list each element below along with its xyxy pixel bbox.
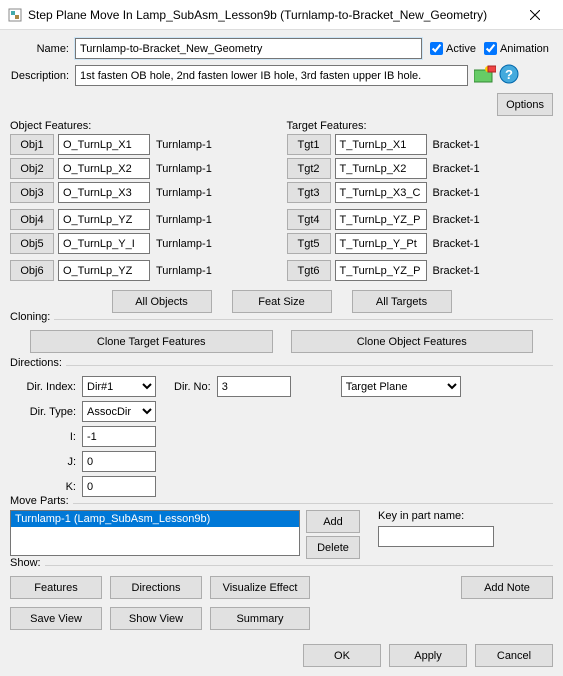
all-targets-button[interactable]: All Targets bbox=[352, 290, 452, 313]
move-parts-item[interactable]: Turnlamp-1 (Lamp_SubAsm_Lesson9b) bbox=[11, 511, 299, 527]
tgt4-suffix: Bracket-1 bbox=[433, 214, 480, 226]
obj3-button[interactable]: Obj3 bbox=[10, 182, 54, 203]
obj6-button[interactable]: Obj6 bbox=[10, 260, 54, 281]
tgt1-suffix: Bracket-1 bbox=[433, 139, 480, 151]
apply-button[interactable]: Apply bbox=[389, 644, 467, 667]
directions-label: Directions: bbox=[10, 357, 66, 369]
i-input[interactable] bbox=[82, 426, 156, 447]
name-label: Name: bbox=[10, 43, 75, 55]
obj2-suffix: Turnlamp-1 bbox=[156, 163, 212, 175]
tgt2-field[interactable]: T_TurnLp_X2 bbox=[335, 158, 427, 179]
ok-button[interactable]: OK bbox=[303, 644, 381, 667]
clone-object-button[interactable]: Clone Object Features bbox=[291, 330, 534, 353]
close-button[interactable] bbox=[515, 1, 555, 29]
obj3-field[interactable]: O_TurnLp_X3 bbox=[58, 182, 150, 203]
obj5-button[interactable]: Obj5 bbox=[10, 233, 54, 254]
obj4-suffix: Turnlamp-1 bbox=[156, 214, 212, 226]
add-note-button[interactable]: Add Note bbox=[461, 576, 553, 599]
obj1-suffix: Turnlamp-1 bbox=[156, 139, 212, 151]
k-label: K: bbox=[10, 481, 82, 493]
tgt3-button[interactable]: Tgt3 bbox=[287, 182, 331, 203]
j-label: J: bbox=[10, 456, 82, 468]
tgt4-button[interactable]: Tgt4 bbox=[287, 209, 331, 230]
tgt2-button[interactable]: Tgt2 bbox=[287, 158, 331, 179]
tgt5-field[interactable]: T_TurnLp_Y_Pt bbox=[335, 233, 427, 254]
tgt1-button[interactable]: Tgt1 bbox=[287, 134, 331, 155]
i-label: I: bbox=[10, 431, 82, 443]
obj6-suffix: Turnlamp-1 bbox=[156, 265, 212, 277]
titlebar: Step Plane Move In Lamp_SubAsm_Lesson9b … bbox=[0, 0, 563, 30]
cancel-button[interactable]: Cancel bbox=[475, 644, 553, 667]
active-checkbox[interactable]: Active bbox=[430, 42, 476, 55]
move-parts-list[interactable]: Turnlamp-1 (Lamp_SubAsm_Lesson9b) bbox=[10, 510, 300, 556]
help-icon[interactable]: ? bbox=[499, 64, 519, 87]
feat-size-button[interactable]: Feat Size bbox=[232, 290, 332, 313]
tgt5-button[interactable]: Tgt5 bbox=[287, 233, 331, 254]
obj4-field[interactable]: O_TurnLp_YZ bbox=[58, 209, 150, 230]
dir-no-label: Dir. No: bbox=[174, 381, 211, 393]
keyin-input[interactable] bbox=[378, 526, 494, 547]
move-parts-label: Move Parts: bbox=[10, 495, 73, 507]
name-input[interactable] bbox=[75, 38, 422, 59]
tgt6-field[interactable]: T_TurnLp_YZ_P bbox=[335, 260, 427, 281]
j-input[interactable] bbox=[82, 451, 156, 472]
add-button[interactable]: Add bbox=[306, 510, 360, 533]
delete-button[interactable]: Delete bbox=[306, 536, 360, 559]
options-button[interactable]: Options bbox=[497, 93, 553, 116]
dir-no-field: 3 bbox=[217, 376, 291, 397]
target-plane-select[interactable]: Target Plane bbox=[341, 376, 461, 397]
dir-index-select[interactable]: Dir#1 bbox=[82, 376, 156, 397]
obj4-button[interactable]: Obj4 bbox=[10, 209, 54, 230]
clone-target-button[interactable]: Clone Target Features bbox=[30, 330, 273, 353]
tgt6-button[interactable]: Tgt6 bbox=[287, 260, 331, 281]
tgt3-field[interactable]: T_TurnLp_X3_C bbox=[335, 182, 427, 203]
app-icon bbox=[8, 8, 22, 22]
tgt1-field[interactable]: T_TurnLp_X1 bbox=[335, 134, 427, 155]
summary-button[interactable]: Summary bbox=[210, 607, 310, 630]
all-objects-button[interactable]: All Objects bbox=[112, 290, 212, 313]
obj5-suffix: Turnlamp-1 bbox=[156, 238, 212, 250]
tgt4-field[interactable]: T_TurnLp_YZ_P bbox=[335, 209, 427, 230]
tgt3-suffix: Bracket-1 bbox=[433, 187, 480, 199]
tgt6-suffix: Bracket-1 bbox=[433, 265, 480, 277]
obj2-button[interactable]: Obj2 bbox=[10, 158, 54, 179]
description-label: Description: bbox=[10, 70, 75, 82]
keyin-label: Key in part name: bbox=[378, 510, 494, 522]
tgt2-suffix: Bracket-1 bbox=[433, 163, 480, 175]
tgt5-suffix: Bracket-1 bbox=[433, 238, 480, 250]
dir-type-label: Dir. Type: bbox=[10, 406, 82, 418]
svg-text:?: ? bbox=[505, 67, 513, 82]
obj1-field[interactable]: O_TurnLp_X1 bbox=[58, 134, 150, 155]
obj1-button[interactable]: Obj1 bbox=[10, 134, 54, 155]
show-view-button[interactable]: Show View bbox=[110, 607, 202, 630]
visualize-button[interactable]: Visualize Effect bbox=[210, 576, 310, 599]
obj3-suffix: Turnlamp-1 bbox=[156, 187, 212, 199]
directions-button[interactable]: Directions bbox=[110, 576, 202, 599]
object-features-label: Object Features: bbox=[10, 120, 277, 132]
obj6-field[interactable]: O_TurnLp_YZ bbox=[58, 260, 150, 281]
features-button[interactable]: Features bbox=[10, 576, 102, 599]
show-label: Show: bbox=[10, 557, 45, 569]
obj2-field[interactable]: O_TurnLp_X2 bbox=[58, 158, 150, 179]
k-input[interactable] bbox=[82, 476, 156, 497]
dir-type-select[interactable]: AssocDir bbox=[82, 401, 156, 422]
titlebar-text: Step Plane Move In Lamp_SubAsm_Lesson9b … bbox=[28, 8, 515, 22]
animation-checkbox[interactable]: Animation bbox=[484, 42, 549, 55]
description-input[interactable] bbox=[75, 65, 468, 86]
dir-index-label: Dir. Index: bbox=[10, 381, 82, 393]
obj5-field[interactable]: O_TurnLp_Y_I bbox=[58, 233, 150, 254]
target-features-label: Target Features: bbox=[287, 120, 554, 132]
cloning-label: Cloning: bbox=[10, 311, 54, 323]
save-view-button[interactable]: Save View bbox=[10, 607, 102, 630]
image-icon[interactable] bbox=[474, 64, 496, 87]
